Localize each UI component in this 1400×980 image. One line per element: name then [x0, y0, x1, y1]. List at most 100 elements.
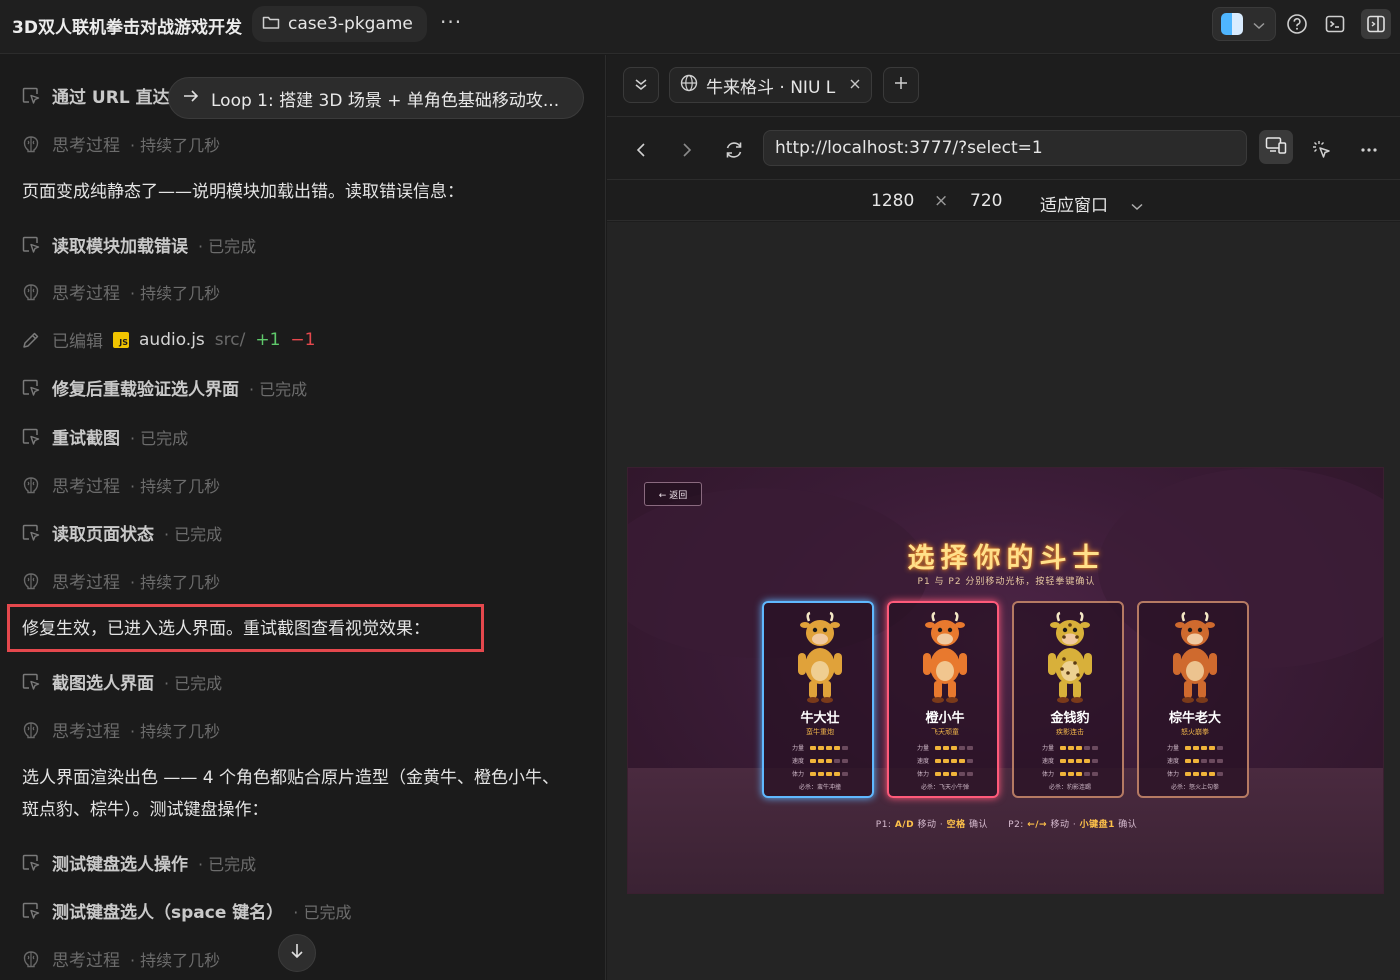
chevron-down-icon[interactable] [1131, 196, 1143, 216]
assistant-message: 选人界面渲染出色 —— 4 个角色都贴合原片造型（金黄牛、橙色小牛、斑点豹、棕牛… [22, 768, 560, 820]
lines-added: +1 [255, 329, 281, 350]
browser-tab[interactable]: 牛来格斗 · NIU L [669, 67, 872, 103]
fighter-figure-part [1071, 697, 1083, 703]
fighter-figure-part [1181, 611, 1186, 622]
globe-icon [680, 74, 698, 97]
stat-label: 体力 [1042, 771, 1055, 778]
forward-arrow-icon[interactable] [673, 136, 701, 164]
help-icon[interactable] [1284, 11, 1310, 37]
back-arrow-icon[interactable] [627, 136, 655, 164]
thinking-row[interactable]: 思考过程 · 持续了几秒 [20, 568, 220, 593]
browser-more-icon[interactable] [1355, 136, 1383, 164]
stat-segment [1060, 758, 1067, 763]
tool-step-row[interactable]: 通过 URL 直达 [20, 83, 170, 108]
fighter-figure-part [959, 653, 967, 675]
fighter-card[interactable]: 棕牛老大 怒火崩拳 力量 速度 体力 必杀：怒火上勾拳 [1137, 601, 1249, 798]
fighter-title: 怒火崩拳 [1181, 728, 1209, 736]
stat-segment [935, 771, 942, 776]
arrow-down-icon [290, 943, 304, 963]
stat-segment [943, 758, 950, 763]
responsive-device-icon [1265, 136, 1287, 158]
viewport-height[interactable]: 720 [970, 191, 1002, 211]
step-label: 思考过程 [52, 477, 120, 497]
p1-move-label: 移动 · [917, 820, 944, 830]
fighter-figure [923, 611, 967, 703]
fighter-select-screen: ← 返回 选择你的斗士 P1 与 P2 分别移动光标，按轻拳键确认 牛大壮 蛮牛重… [627, 467, 1384, 894]
stat-meter [1185, 758, 1224, 763]
new-tab-button[interactable] [883, 67, 919, 103]
stat-meter [810, 771, 849, 776]
thinking-row[interactable]: 思考过程 · 持续了几秒 [20, 131, 220, 156]
fighter-figure-part [1084, 653, 1092, 675]
thinking-row[interactable]: 思考过程 · 持续了几秒 [20, 946, 220, 971]
open-in-finder-button[interactable] [1212, 7, 1276, 41]
stat-segment [1217, 745, 1224, 750]
stat-segment [1201, 745, 1208, 750]
chat-panel: 通过 URL 直达 Loop 1: 搭建 3D 场景 + 单角色基础移动攻...… [0, 55, 606, 980]
plus-icon [893, 75, 909, 95]
tool-step-row[interactable]: 修复后重载验证选人界面 · 已完成 [20, 375, 307, 400]
fit-window-select[interactable]: 适应窗口 [1040, 191, 1108, 216]
app-title: 3D双人联机拳击对战游戏开发 [12, 18, 242, 38]
tool-step-row[interactable]: 读取页面状态 · 已完成 [20, 520, 222, 545]
step-label: 思考过程 [52, 284, 120, 304]
stat-segment [1185, 771, 1192, 776]
element-picker-icon[interactable] [1308, 136, 1336, 164]
tool-step-row[interactable]: 测试键盘选人操作 · 已完成 [20, 850, 256, 875]
device-mode-button[interactable] [1259, 130, 1293, 164]
back-button[interactable]: ← 返回 [644, 482, 702, 506]
stat-segment [1217, 758, 1224, 763]
close-tab-icon[interactable] [849, 75, 861, 95]
loop-indicator-pill[interactable]: Loop 1: 搭建 3D 场景 + 单角色基础移动攻... [168, 77, 584, 119]
stat-segment [1060, 745, 1067, 750]
collapse-tabs-button[interactable] [623, 67, 659, 103]
stat-label: 速度 [917, 758, 930, 765]
p1-confirm-label: 确认 [968, 820, 988, 830]
folder-icon [262, 14, 280, 35]
project-folder-chip[interactable]: case3-pkgame [252, 6, 427, 42]
step-label: 测试键盘选人操作 [52, 855, 188, 875]
reload-icon[interactable] [720, 136, 748, 164]
fighter-card[interactable]: 橙小牛 飞天顽童 力量 速度 体力 必杀：飞天小牛弹 [887, 601, 999, 798]
tool-step-row[interactable]: 测试键盘选人（space 键名） · 已完成 [20, 898, 351, 923]
p2-move-label: 移动 · [1050, 820, 1077, 830]
cursor-window-icon [20, 234, 42, 256]
url-input[interactable]: http://localhost:3777/?select=1 [763, 130, 1247, 166]
chevron-down-icon [1253, 15, 1265, 34]
step-meta: · 持续了几秒 [130, 950, 221, 970]
file-edit-row[interactable]: 已编辑 JS audio.js src/ +1 −1 [20, 327, 315, 352]
fighter-figure-part [1187, 627, 1193, 633]
fighter-special-move: 必杀：怒火上勾拳 [1170, 784, 1219, 791]
stat-meter [810, 758, 849, 763]
fighter-title: 飞天顽童 [931, 728, 959, 736]
stat-segment [842, 758, 849, 763]
thinking-row[interactable]: 思考过程 · 持续了几秒 [20, 717, 220, 742]
select-title: 选择你的斗士 [907, 543, 1106, 574]
thinking-row[interactable]: 思考过程 · 持续了几秒 [20, 472, 220, 497]
stat-segment [935, 758, 942, 763]
viewport-size-bar: 1280 × 720 适应窗口 [607, 181, 1400, 221]
toggle-panel-icon[interactable] [1361, 9, 1391, 39]
step-meta: · 已完成 [164, 673, 223, 693]
cursor-window-icon [20, 671, 42, 693]
tool-step-row[interactable]: 重试截图 · 已完成 [20, 424, 188, 449]
fighter-card[interactable]: 金钱豹 疾影连击 力量 速度 体力 必杀：豹影连踢 [1012, 601, 1124, 798]
thinking-row[interactable]: 思考过程 · 持续了几秒 [20, 279, 220, 304]
fighter-card[interactable]: 牛大壮 蛮牛重炮 力量 速度 体力 必杀：蛮牛冲撞 [762, 601, 874, 798]
stat-segment [1193, 745, 1200, 750]
viewport-width[interactable]: 1280 [871, 191, 914, 211]
fighter-figure-part [1066, 671, 1070, 675]
fighter-stat: 力量 [1042, 743, 1099, 752]
terminal-icon[interactable] [1322, 11, 1348, 37]
stat-segment [959, 745, 966, 750]
fighter-special-move: 必杀：豹影连踢 [1048, 784, 1091, 791]
stat-label: 速度 [792, 758, 805, 765]
stat-segment [951, 758, 958, 763]
scroll-to-bottom-button[interactable] [278, 934, 316, 972]
more-options-button[interactable]: ··· [440, 10, 462, 34]
cursor-window-icon [20, 900, 42, 922]
stat-segment [1209, 771, 1216, 776]
stat-segment [1092, 771, 1099, 776]
tool-step-row[interactable]: 截图选人界面 · 已完成 [20, 669, 222, 694]
tool-step-row[interactable]: 读取模块加载错误 · 已完成 [20, 232, 256, 257]
